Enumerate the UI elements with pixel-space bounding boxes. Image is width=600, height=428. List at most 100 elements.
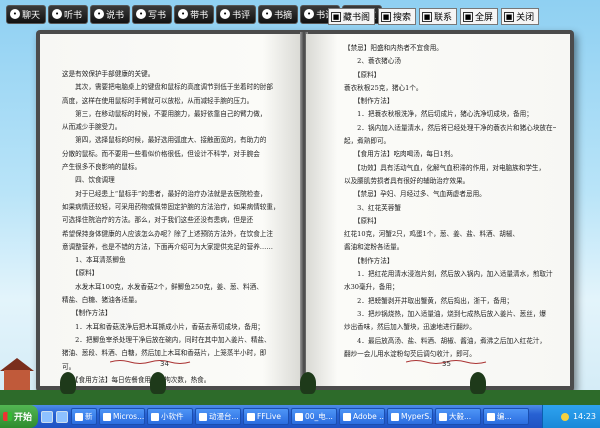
text-line: 从而减少手腕受力。 — [62, 123, 122, 132]
text-line: 【原料】 — [344, 216, 381, 225]
text-line: 3、红花芙蓉蟹 — [344, 203, 401, 212]
left-page[interactable]: 这是有效保护手部健康的关键。 其次，需要把电脑桌上的键盘和鼠标的高度调节到低于坐… — [40, 34, 302, 386]
hill — [0, 390, 600, 406]
task-app-icon — [343, 412, 351, 421]
toolbar-button-3[interactable]: • 写书 — [132, 4, 173, 24]
text-line: 2．把螃蟹剥开并取出蟹黄，然后捣出，浙干，备用； — [344, 296, 514, 305]
text-line: 1．木耳和香菇洗净后把木耳撕成小片，香菇去蒂切成块，备用； — [62, 322, 265, 331]
toolbar-icon: • — [52, 9, 63, 19]
task-label: Micros... — [113, 412, 145, 421]
task-label: FFLive — [257, 412, 281, 421]
taskbar-task-1[interactable]: Micros... — [99, 408, 145, 425]
toolbar-right-button-2[interactable]: ■ 联系 — [419, 8, 458, 25]
text-line: 以及腰肌劳损者具有很好的辅助治疗效果。 — [344, 176, 470, 185]
text-line: 【制作方法】 — [344, 256, 394, 265]
text-line: 【食用方法】吃肉喝汤，每日1剂。 — [344, 150, 457, 159]
taskbar-task-8[interactable]: 大毅... — [435, 408, 481, 425]
text-line: 四、饮食调理 — [62, 176, 115, 185]
text-line: 【制作方法】 — [62, 309, 112, 318]
text-line: 可选择住院治疗的方法。那么，对于我们这些还没有患病，但是还 — [62, 216, 254, 225]
task-app-icon — [103, 412, 111, 421]
book: 这是有效保护手部健康的关键。 其次，需要把电脑桌上的键盘和鼠标的高度调节到低于坐… — [36, 30, 574, 392]
task-app-icon — [391, 412, 399, 421]
start-button[interactable]: 开始 — [0, 405, 38, 428]
toolbar-button-label: 带书 — [190, 10, 209, 21]
taskbar-task-6[interactable]: Adobe ... — [339, 408, 385, 425]
text-line: 如果病情还较轻，可采用药物或佩带固定护腕的方法治疗，如果病情较重， — [62, 202, 280, 211]
taskbar-task-0[interactable]: 新 — [71, 408, 97, 425]
taskbar-task-4[interactable]: FFLive — [243, 408, 289, 425]
toolbar-icon: • — [304, 9, 315, 19]
text-line: 起，煮熟即可。 — [344, 137, 391, 146]
quick-launch — [38, 410, 71, 423]
toolbar-button-4[interactable]: • 带书 — [174, 4, 215, 24]
text-line: 第四，选择鼠标的时候，最好选用弧度大、接触面宽的，有助力的 — [62, 136, 267, 145]
text-line: 【禁忌】阳盛和内热者不宜食用。 — [344, 44, 443, 52]
toolbar-right-button-0[interactable]: ■ 藏书阁 — [328, 8, 376, 25]
toolbar-right-label: 关闭 — [516, 13, 535, 23]
task-app-icon — [151, 412, 159, 421]
toolbar-button-label: 写书 — [148, 10, 167, 21]
text-line: 产生很多不良影响的鼠标。 — [62, 163, 142, 172]
toolbar-icon: • — [10, 9, 20, 19]
toolbar-button-6[interactable]: • 书摘 — [258, 4, 299, 24]
taskbar-task-9[interactable]: 编... — [483, 408, 529, 425]
text-line: 1、本耳清蒸鲫鱼 — [62, 256, 126, 265]
text-line: 3．把炒锅烧热，加入适量油，烧到七成热后放入姜片、葱丝，爆 — [344, 309, 547, 318]
task-label: 新 — [85, 412, 93, 421]
windows-logo-icon — [3, 412, 12, 421]
task-label: 小软件 — [161, 412, 184, 421]
toolbar-right-button-1[interactable]: ■ 搜索 — [378, 8, 417, 25]
background-scene — [0, 350, 600, 406]
toolbar-right-button-3[interactable]: ■ 全屏 — [460, 8, 499, 25]
toolbar-button-label: 书评 — [232, 10, 251, 21]
text-line: 分散的鼠标。而不要用一些看似价格很低，但设计不科学，对手腕会 — [62, 149, 260, 158]
taskbar: 开始 新 Micros... 小软件 动漫台... FFLive 00_电... Adobe… — [0, 405, 600, 428]
toolbar-icon: • — [94, 9, 105, 19]
task-list: 新 Micros... 小软件 动漫台... FFLive 00_电... Adobe ..… — [71, 408, 531, 425]
toolbar-right-label: 藏书阁 — [343, 13, 371, 23]
text-line: 第三，在移动鼠标的时候，不要用腕力，最好依靠自己的臂力做， — [62, 109, 267, 118]
text-line: 蓑衣秋根25克，猪心1个。 — [344, 83, 423, 92]
right-page[interactable]: 【禁忌】阳盛和内热者不宜食用。 2、蓑衣猪心汤 【原料】 蓑衣秋根25克，猪心1个… — [306, 34, 570, 386]
text-line: 【功效】具有活动气血，化解气血积滞的作用，对电脑族和学生， — [344, 163, 546, 172]
quick-launch-icon[interactable] — [56, 410, 68, 423]
toolbar-button-0[interactable]: • 聊天 — [6, 4, 47, 24]
tray-icon[interactable] — [560, 412, 569, 421]
toolbar-button-label: 书摘 — [274, 10, 293, 21]
taskbar-task-7[interactable]: MyperS... — [387, 408, 433, 425]
toolbar-button-label: 听书 — [64, 10, 83, 21]
toolbar-button-2[interactable]: • 说书 — [90, 4, 131, 24]
quick-launch-icon[interactable] — [41, 410, 53, 423]
toolbar-right-icon: ■ — [504, 11, 515, 22]
tree — [300, 372, 316, 394]
toolbar-icon: • — [178, 9, 189, 19]
task-label: Adobe ... — [353, 412, 385, 421]
toolbar-button-5[interactable]: • 书评 — [216, 4, 257, 24]
taskbar-task-5[interactable]: 00_电... — [291, 408, 337, 425]
text-line: 对于已经患上“鼠标手”的患者，最好的治疗办法就是去医院检查， — [62, 189, 267, 198]
task-label: 编... — [497, 412, 512, 421]
toolbar-right-button-4[interactable]: ■ 关闭 — [501, 8, 540, 25]
text-line: 其次，需要把电脑桌上的键盘和鼠标的高度调节到低于坐着时的肘部 — [62, 83, 273, 92]
toolbar-right-label: 搜索 — [393, 13, 412, 23]
taskbar-task-3[interactable]: 动漫台... — [195, 408, 241, 425]
task-label: 动漫台... — [209, 412, 239, 421]
toolbar-right-icon: ■ — [422, 11, 433, 22]
toolbar-right-icon: ■ — [381, 11, 392, 22]
text-line: 【原料】 — [62, 269, 99, 278]
toolbar-icon: • — [262, 9, 273, 19]
text-line: 【制作方法】 — [344, 97, 394, 106]
text-line: 1．把红花用清水浸泡片刻，然后放入锅内，加入适量清水，煎取汁 — [344, 270, 553, 279]
toolbar-right-label: 联系 — [434, 13, 453, 23]
tree — [150, 372, 166, 394]
toolbar-button-label: 聊天 — [22, 10, 41, 21]
taskbar-task-2[interactable]: 小软件 — [147, 408, 193, 425]
task-app-icon — [247, 412, 255, 421]
task-app-icon — [295, 412, 303, 421]
task-label: MyperS... — [401, 412, 433, 421]
toolbar-button-1[interactable]: • 听书 — [48, 4, 89, 24]
toolbar-icon: • — [220, 9, 231, 19]
text-line: 4．最后放高汤、盐、料酒、胡椒、酱油，煮沸之后加入红花汁， — [344, 336, 547, 345]
reader-toolbar-right: ■ 藏书阁 ■ 搜索 ■ 联系 ■ 全屏 ■ 关闭 — [328, 8, 540, 25]
